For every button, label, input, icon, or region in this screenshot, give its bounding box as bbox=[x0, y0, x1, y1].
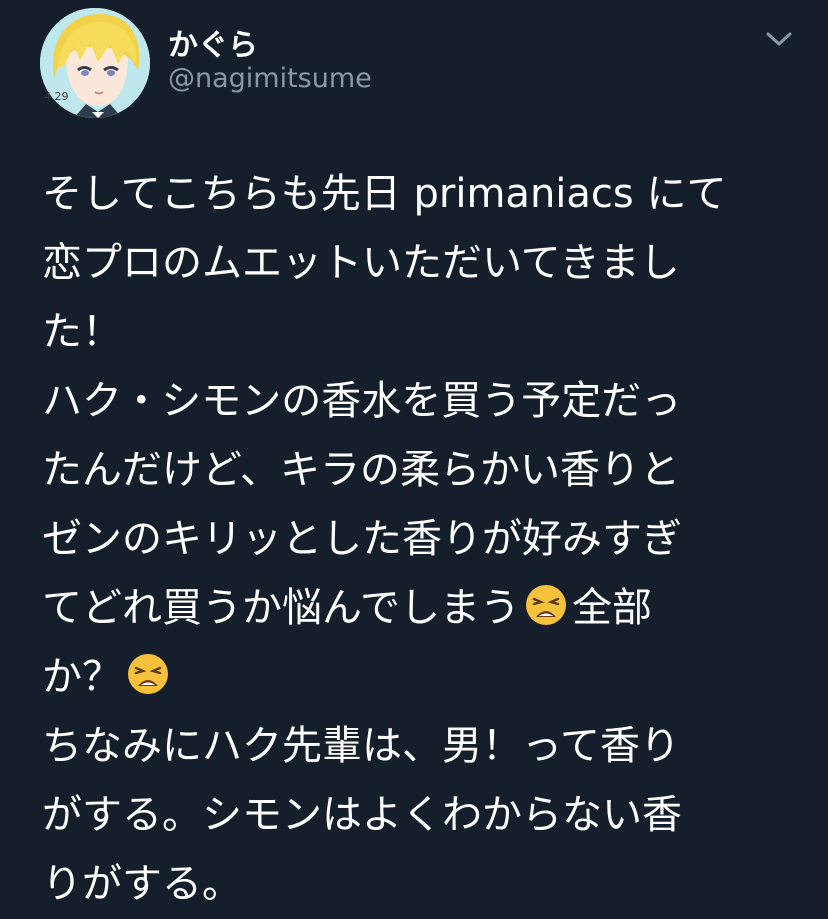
tweet-line-3: た！ bbox=[42, 298, 802, 367]
tweet-line-1: そしてこちらも先日 primaniacs にて bbox=[42, 160, 802, 229]
tweet-line-5: たんだけど、キラの柔らかい香りと bbox=[42, 436, 802, 505]
tweet-line-text: 全部 bbox=[572, 585, 652, 631]
weary-face-icon bbox=[524, 583, 568, 627]
tweet: 4.29 かぐら @nagimitsume そしてこちらも先日 primania… bbox=[0, 0, 828, 915]
tweet-line-8: か？ bbox=[42, 643, 802, 712]
tweet-line-9: ちなみにハク先輩は、男！って香り bbox=[42, 712, 802, 781]
tweet-line-4: ハク・シモンの香水を買う予定だっ bbox=[42, 367, 802, 436]
tweet-line-text: た！ bbox=[42, 309, 122, 355]
display-name[interactable]: かぐら bbox=[168, 20, 258, 64]
chevron-down-icon[interactable] bbox=[762, 26, 796, 52]
tweet-line-text: ちなみにハク先輩は、男！って香り bbox=[42, 723, 680, 769]
tweet-line-10: がする。シモンはよくわからない香 bbox=[42, 781, 802, 850]
tweet-line-2: 恋プロのムエットいただいてきまし bbox=[42, 229, 802, 298]
tweet-line-text: てどれ買うか悩んでしまう bbox=[42, 585, 520, 631]
tweet-line-text: か？ bbox=[42, 654, 122, 700]
tweet-line-text: 恋プロのムエットいただいてきまし bbox=[42, 240, 680, 286]
tweet-line-text: たんだけど、キラの柔らかい香りと bbox=[42, 447, 680, 493]
user-handle[interactable]: @nagimitsume bbox=[168, 63, 372, 94]
tweet-line-7: てどれ買うか悩んでしまう 全部 bbox=[42, 574, 802, 643]
tweet-line-11: りがする。 bbox=[42, 850, 802, 919]
tweet-line-text: りがする。 bbox=[42, 861, 242, 907]
tweet-text: そしてこちらも先日 primaniacs にて 恋プロのムエットいただいてきまし… bbox=[42, 160, 802, 919]
tweet-line-text: ゼンのキリッとした香りが好みすぎ bbox=[42, 516, 682, 562]
avatar-date-note: 4.29 bbox=[44, 90, 69, 103]
tweet-line-text: ハク・シモンの香水を買う予定だっ bbox=[42, 378, 682, 424]
tweet-line-text: そしてこちらも先日 primaniacs にて bbox=[42, 171, 727, 217]
tweet-line-text: がする。シモンはよくわからない香 bbox=[42, 792, 682, 838]
weary-face-icon bbox=[126, 652, 170, 696]
tweet-line-6: ゼンのキリッとした香りが好みすぎ bbox=[42, 505, 802, 574]
